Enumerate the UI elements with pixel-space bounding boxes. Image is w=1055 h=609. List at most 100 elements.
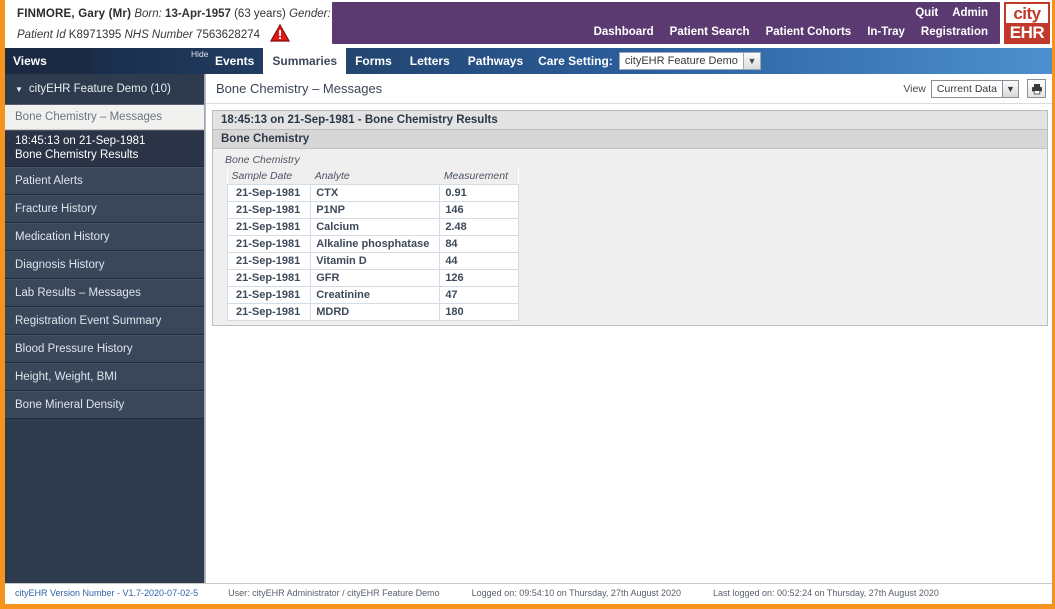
gender-label: Gender: — [289, 8, 331, 20]
born-label: Born: — [134, 8, 162, 20]
care-setting-value: cityEHR Feature Demo — [624, 55, 738, 67]
nhs-number-value: 7563628274 — [196, 28, 261, 41]
cell-measurement: 2.48 — [439, 218, 519, 236]
patient-name: FINMORE, Gary (Mr) — [17, 8, 132, 20]
column-header-measurement: Measurement — [439, 169, 519, 185]
cell-analyte: CTX — [310, 184, 441, 202]
bone-chemistry-table: Sample Date Analyte Measurement 21-Sep-1… — [226, 169, 519, 321]
sidebar-active-header[interactable]: Bone Chemistry – Messages — [5, 104, 204, 130]
tab-bar: Views Hide Events Summaries Forms Letter… — [5, 48, 1052, 74]
table-header-row: Sample Date Analyte Measurement — [227, 169, 519, 185]
cell-analyte: Vitamin D — [310, 252, 441, 270]
cell-sample-date: 21-Sep-1981 — [226, 218, 312, 236]
sidebar-item-lab-results-messages[interactable]: Lab Results – Messages — [5, 278, 204, 307]
nhs-number-label: NHS Number — [124, 28, 193, 41]
table-row: 21-Sep-1981 GFR 126 — [226, 269, 519, 287]
section-subtitle: Bone Chemistry — [225, 154, 300, 166]
sidebar-item-registration-event-summary[interactable]: Registration Event Summary — [5, 306, 204, 335]
tab-group: Events Summaries Forms Letters Pathways … — [206, 48, 761, 74]
tab-pathways[interactable]: Pathways — [459, 48, 532, 74]
cell-analyte: Alkaline phosphatase — [310, 235, 441, 253]
sidebar-item-label: Bone Chemistry Results — [15, 149, 139, 162]
cell-measurement: 146 — [439, 201, 519, 219]
nav-in-tray[interactable]: In-Tray — [867, 26, 905, 38]
table-row: 21-Sep-1981 Creatinine 47 — [226, 286, 519, 304]
patient-id-label: Patient Id — [17, 28, 66, 41]
cell-measurement: 44 — [439, 252, 519, 270]
status-last-logged-on: Last logged on: 00:52:24 on Thursday, 27… — [713, 587, 939, 598]
nav-admin[interactable]: Admin — [952, 7, 988, 19]
care-setting-label: Care Setting: — [538, 54, 613, 68]
cell-measurement: 47 — [439, 286, 519, 304]
cell-sample-date: 21-Sep-1981 — [226, 184, 312, 202]
patient-age: (63 years) — [234, 8, 286, 20]
view-select[interactable]: Current Data ▼ — [930, 79, 1019, 98]
main-header: Bone Chemistry – Messages View Current D… — [206, 74, 1052, 104]
table-row: 21-Sep-1981 Vitamin D 44 — [226, 252, 519, 270]
sidebar-item-fracture-history[interactable]: Fracture History — [5, 194, 204, 223]
logo-text-city: city — [1013, 4, 1041, 23]
main-panel: Bone Chemistry – Messages View Current D… — [205, 74, 1052, 583]
views-sidebar: ▼ cityEHR Feature Demo (10) Bone Chemist… — [5, 74, 205, 583]
cityehr-logo: city EHR — [1004, 2, 1050, 44]
table-row: 21-Sep-1981 P1NP 146 — [226, 201, 519, 219]
table-row: 21-Sep-1981 MDRD 180 — [226, 303, 519, 321]
view-label: View — [903, 82, 926, 95]
sidebar-item-bone-mineral-density[interactable]: Bone Mineral Density — [5, 390, 204, 419]
sidebar-item-bone-chemistry-results[interactable]: 18:45:13 on 21-Sep-1981 Bone Chemistry R… — [5, 130, 204, 167]
nav-quit[interactable]: Quit — [915, 7, 938, 19]
cell-analyte: GFR — [310, 269, 441, 287]
sidebar-item-medication-history[interactable]: Medication History — [5, 222, 204, 251]
born-value: 13-Apr-1957 — [165, 8, 231, 20]
sidebar-root-label: cityEHR Feature Demo (10) — [28, 83, 171, 95]
care-setting-select[interactable]: cityEHR Feature Demo ▼ — [618, 52, 761, 70]
cell-sample-date: 21-Sep-1981 — [226, 252, 312, 270]
sidebar-item-blood-pressure-history[interactable]: Blood Pressure History — [5, 334, 204, 363]
patient-banner: FINMORE, Gary (Mr) Born: 13-Apr-1957 (63… — [5, 0, 359, 49]
top-bar: FINMORE, Gary (Mr) Born: 13-Apr-1957 (63… — [5, 0, 1052, 48]
status-logged-on: Logged on: 09:54:10 on Thursday, 27th Au… — [471, 587, 681, 598]
sidebar-item-height-weight-bmi[interactable]: Height, Weight, BMI — [5, 362, 204, 391]
triangle-down-icon[interactable]: ▼ — [15, 85, 23, 94]
warning-triangle-icon[interactable] — [270, 23, 291, 49]
cell-analyte: MDRD — [310, 303, 441, 321]
status-user: User: cityEHR Administrator / cityEHR Fe… — [228, 587, 440, 598]
page-body: ▼ cityEHR Feature Demo (10) Bone Chemist… — [5, 74, 1052, 583]
sidebar-root-node[interactable]: ▼ cityEHR Feature Demo (10) — [5, 74, 204, 104]
tab-summaries[interactable]: Summaries — [263, 48, 347, 74]
nav-bottom-group: Dashboard Patient Search Patient Cohorts… — [594, 26, 988, 38]
patient-id-value: K8971395 — [68, 28, 122, 41]
printer-icon[interactable] — [1027, 79, 1046, 98]
column-header-sample-date: Sample Date — [227, 169, 311, 185]
column-header-analyte: Analyte — [310, 169, 440, 185]
cell-analyte: Creatinine — [310, 286, 441, 304]
nav-patient-cohorts[interactable]: Patient Cohorts — [766, 26, 852, 38]
cell-measurement: 84 — [439, 235, 519, 253]
tab-letters[interactable]: Letters — [401, 48, 459, 74]
sidebar-empty-space — [5, 418, 204, 583]
nav-top-group: Quit Admin — [915, 7, 988, 19]
sidebar-item-diagnosis-history[interactable]: Diagnosis History — [5, 250, 204, 279]
table-row: 21-Sep-1981 Alkaline phosphatase 84 — [226, 235, 519, 253]
cell-sample-date: 21-Sep-1981 — [226, 286, 312, 304]
cell-measurement: 0.91 — [439, 184, 519, 202]
logo-text-ehr: EHR — [1006, 23, 1048, 42]
nav-registration[interactable]: Registration — [921, 26, 988, 38]
nav-dashboard[interactable]: Dashboard — [594, 26, 654, 38]
sidebar-item-timestamp: 18:45:13 on 21-Sep-1981 — [15, 135, 146, 147]
tab-forms[interactable]: Forms — [346, 48, 401, 74]
cell-measurement: 126 — [439, 269, 519, 287]
sidebar-item-patient-alerts[interactable]: Patient Alerts — [5, 166, 204, 195]
chevron-down-icon[interactable]: ▼ — [1002, 80, 1018, 97]
views-label: Views — [5, 48, 93, 74]
cell-sample-date: 21-Sep-1981 — [226, 303, 312, 321]
nav-patient-search[interactable]: Patient Search — [670, 26, 750, 38]
tab-events[interactable]: Events — [206, 48, 263, 74]
view-select-value: Current Data — [936, 82, 997, 95]
application-window: FINMORE, Gary (Mr) Born: 13-Apr-1957 (63… — [0, 0, 1055, 609]
cell-sample-date: 21-Sep-1981 — [226, 269, 312, 287]
hide-views-link[interactable]: Hide — [191, 49, 208, 59]
main-nav-bar: Quit Admin Dashboard Patient Search Pati… — [332, 2, 1000, 44]
chevron-down-icon[interactable]: ▼ — [742, 53, 760, 69]
content-area: 18:45:13 on 21-Sep-1981 - Bone Chemistry… — [206, 104, 1052, 583]
